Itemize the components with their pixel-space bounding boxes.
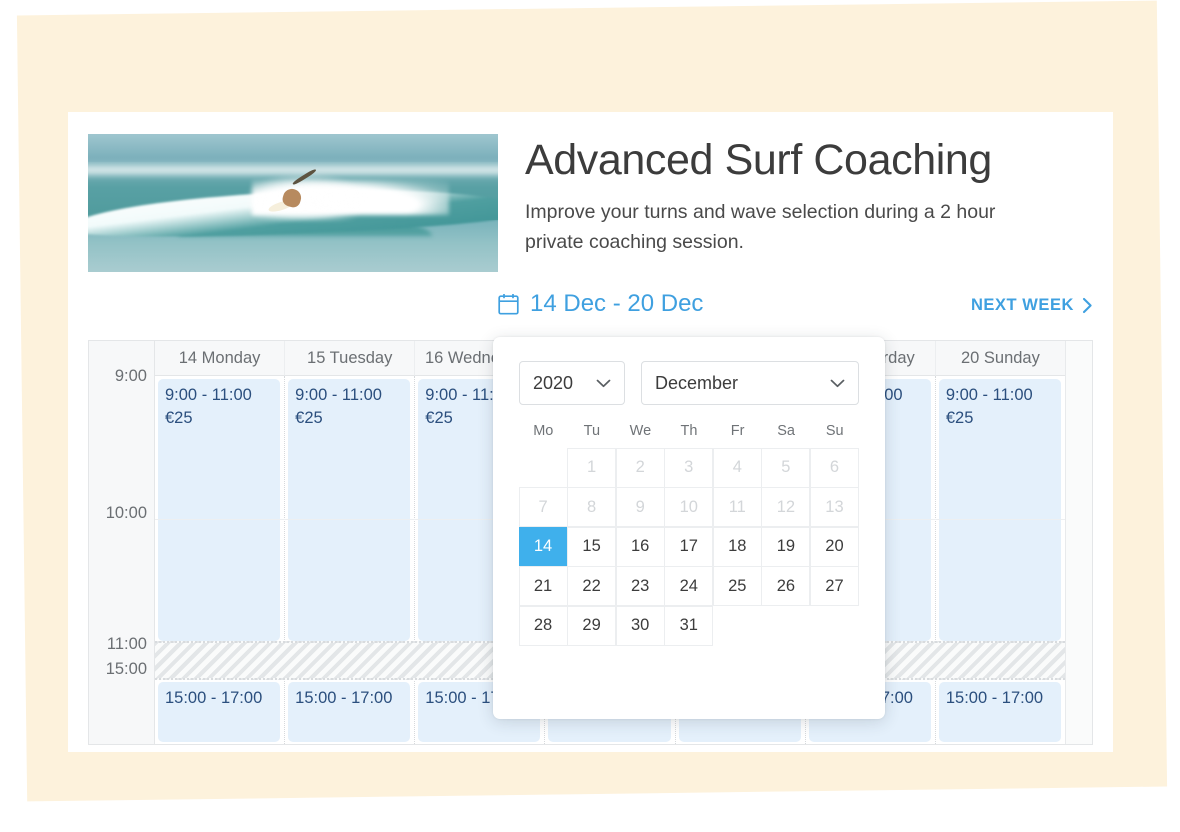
timeslot-afternoon[interactable]: 15:00 - 17:00 bbox=[158, 682, 281, 742]
calendar-day: 3 bbox=[664, 447, 714, 488]
timeslot-time: 9:00 - 11:00 bbox=[945, 386, 1033, 404]
day-header-label: 15 Tuesday bbox=[307, 348, 393, 367]
datepicker-controls: 2020 December bbox=[519, 361, 859, 405]
weekday-label: Sa bbox=[777, 423, 795, 439]
next-week-label: NEXT WEEK bbox=[970, 296, 1074, 314]
timeslot-price: €25 bbox=[295, 409, 323, 428]
calendar-day[interactable]: 21 bbox=[518, 566, 568, 606]
schedule-scroll-gutter[interactable] bbox=[1065, 341, 1093, 744]
chevron-down-icon bbox=[830, 379, 845, 388]
calendar-day: 4 bbox=[712, 447, 762, 488]
timeslot-morning[interactable]: 9:00 - 11:00 €25 bbox=[938, 379, 1061, 641]
page-title: Advanced Surf Coaching bbox=[525, 136, 992, 184]
timeslot-morning[interactable]: 9:00 - 11:00 €25 bbox=[288, 379, 411, 641]
calendar-empty-cell bbox=[761, 606, 810, 646]
page-root: Advanced Surf Coaching Improve your turn… bbox=[0, 0, 1180, 832]
timeslot-time: 9:00 - 11:00 bbox=[295, 386, 382, 404]
timeslot-time: 9:00 - 11:00 bbox=[165, 386, 252, 404]
course-header: Advanced Surf Coaching Improve your turn… bbox=[88, 134, 1093, 284]
time-axis-label: 9:00 bbox=[114, 367, 147, 385]
calendar-day-selected[interactable]: 14 bbox=[518, 526, 568, 567]
calendar-day[interactable]: 30 bbox=[615, 605, 665, 646]
surf-photo bbox=[88, 134, 498, 272]
booking-card: Advanced Surf Coaching Improve your turn… bbox=[68, 112, 1113, 752]
calendar-day: 13 bbox=[809, 487, 859, 527]
chevron-down-icon bbox=[596, 379, 611, 388]
calendar-day: 11 bbox=[712, 487, 762, 527]
calendar-empty-cell bbox=[519, 448, 568, 488]
timeslot-afternoon[interactable]: 15:00 - 17:00 bbox=[938, 682, 1061, 742]
month-select[interactable]: December bbox=[641, 361, 859, 405]
calendar-day: 5 bbox=[761, 447, 811, 488]
year-select[interactable]: 2020 bbox=[519, 361, 625, 405]
timeslot-morning[interactable]: 9:00 - 11:00 €25 bbox=[158, 379, 281, 641]
month-value: December bbox=[655, 372, 739, 393]
time-axis-label: 11:00 bbox=[106, 635, 147, 653]
day-column: 9:00 - 11:00 €25 15:00 - 17:00 bbox=[155, 376, 286, 744]
calendar-day[interactable]: 18 bbox=[712, 526, 762, 567]
weekday-label: Tu bbox=[583, 423, 601, 439]
day-column: 9:00 - 11:00 €25 15:00 - 17:00 bbox=[285, 376, 416, 744]
calendar-day: 7 bbox=[518, 487, 568, 527]
calendar-day[interactable]: 29 bbox=[567, 605, 617, 646]
calendar-day[interactable]: 20 bbox=[809, 526, 859, 567]
year-value: 2020 bbox=[533, 372, 574, 393]
course-text: Advanced Surf Coaching Improve your turn… bbox=[525, 136, 1093, 257]
timeslot-afternoon[interactable]: 15:00 - 17:00 bbox=[288, 682, 411, 742]
datepicker-popup: 2020 December Mo Tu We Th Fr Sa Su 1 2 3… bbox=[493, 337, 885, 719]
day-column-header: 14 Monday bbox=[155, 341, 286, 376]
calendar-empty-cell bbox=[810, 606, 859, 646]
calendar-day: 10 bbox=[664, 487, 714, 527]
date-range-label: 14 Dec - 20 Dec bbox=[530, 290, 704, 317]
chevron-right-icon bbox=[1082, 297, 1093, 314]
calendar-empty-cell bbox=[713, 606, 762, 646]
calendar-day[interactable]: 17 bbox=[664, 526, 714, 567]
date-navigation: 14 Dec - 20 Dec NEXT WEEK bbox=[88, 290, 1093, 330]
schedule-time-axis: 9:00 10:00 11:00 15:00 bbox=[89, 341, 155, 744]
weekday-label: Mo bbox=[533, 423, 554, 439]
calendar-day: 6 bbox=[809, 447, 859, 488]
calendar-icon bbox=[498, 293, 519, 315]
next-week-button[interactable]: NEXT WEEK bbox=[971, 296, 1093, 315]
calendar-day[interactable]: 22 bbox=[567, 566, 617, 606]
day-column-header: 15 Tuesday bbox=[285, 341, 416, 376]
calendar-day[interactable]: 26 bbox=[761, 566, 811, 606]
weekday-label: Su bbox=[825, 423, 844, 439]
photo-spray bbox=[243, 172, 367, 220]
day-header-label: 14 Monday bbox=[178, 348, 261, 367]
day-header-label: 20 Sunday bbox=[960, 348, 1040, 367]
calendar-day[interactable]: 23 bbox=[615, 566, 665, 606]
timeslot-price: €25 bbox=[945, 409, 974, 428]
timeslot-price: €25 bbox=[165, 409, 193, 428]
weekday-label: Fr bbox=[730, 423, 745, 439]
calendar-day: 8 bbox=[567, 487, 617, 527]
timeslot-time: 15:00 - 17:00 bbox=[945, 689, 1044, 707]
weekday-label: We bbox=[629, 423, 652, 439]
calendar-day-grid: 1 2 3 4 5 6 7 8 9 10 11 12 13 14 15 16 17 18 19 20 21 22 23 24 2… bbox=[518, 447, 859, 646]
calendar-day: 12 bbox=[761, 487, 811, 527]
time-axis-label: 10:00 bbox=[105, 504, 147, 522]
calendar-day[interactable]: 15 bbox=[567, 526, 617, 567]
calendar-day: 1 bbox=[567, 447, 617, 488]
day-column-header: 20 Sunday bbox=[935, 341, 1066, 376]
timeslot-time: 15:00 - 17:00 bbox=[165, 689, 263, 707]
calendar-day[interactable]: 27 bbox=[809, 566, 859, 606]
calendar-day[interactable]: 28 bbox=[518, 605, 568, 646]
calendar-day[interactable]: 16 bbox=[615, 526, 665, 567]
day-column: 9:00 - 11:00 €25 15:00 - 17:00 bbox=[936, 376, 1066, 744]
calendar-day[interactable]: 24 bbox=[664, 566, 714, 606]
calendar-day[interactable]: 19 bbox=[761, 526, 811, 567]
course-description: Improve your turns and wave selection du… bbox=[525, 201, 996, 253]
time-axis-label: 15:00 bbox=[105, 660, 147, 678]
weekday-label: Th bbox=[680, 423, 698, 439]
date-range-button[interactable]: 14 Dec - 20 Dec bbox=[498, 290, 703, 318]
calendar-day: 2 bbox=[615, 447, 665, 488]
calendar-day: 9 bbox=[615, 487, 665, 527]
timeslot-time: 15:00 - 17:00 bbox=[295, 689, 393, 707]
weekday-header-row: Mo Tu We Th Fr Sa Su bbox=[519, 423, 859, 448]
calendar-day[interactable]: 25 bbox=[712, 566, 762, 606]
calendar-day[interactable]: 31 bbox=[664, 605, 714, 646]
